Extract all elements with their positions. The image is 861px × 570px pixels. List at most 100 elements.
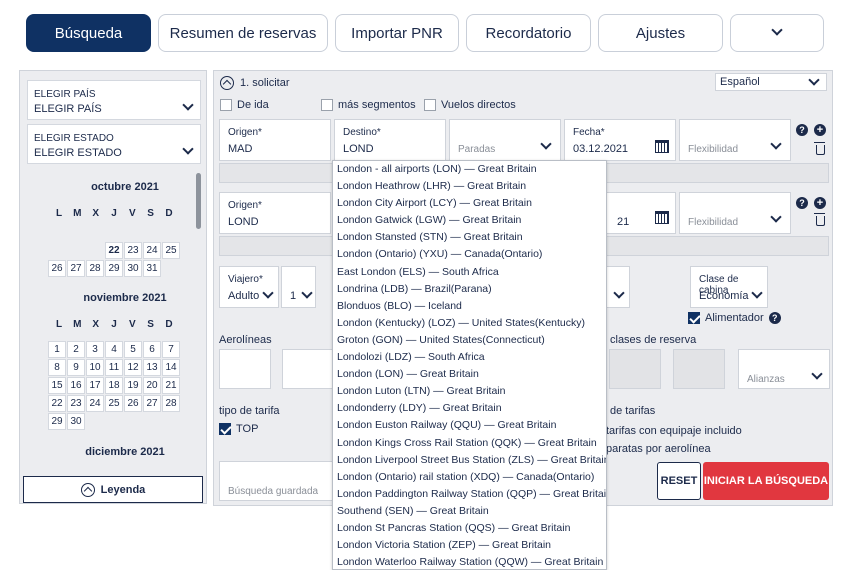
calendar-day[interactable]: 14 <box>162 359 180 376</box>
calendar-day[interactable]: 9 <box>67 359 85 376</box>
calendar-day[interactable]: 19 <box>124 377 142 394</box>
calendar-day[interactable]: 27 <box>67 260 85 277</box>
calendar-day[interactable]: 1 <box>48 341 66 358</box>
alliances-select[interactable]: Alianzas <box>738 349 830 389</box>
tab-resumen-reservas[interactable]: Resumen de reservas <box>158 14 328 52</box>
calendar-day[interactable]: 13 <box>143 359 161 376</box>
feeder-checkbox[interactable]: Alimentador ? <box>688 312 781 324</box>
legend-button[interactable]: Leyenda <box>23 476 203 503</box>
direct-flights-checkbox[interactable]: Vuelos directos <box>424 99 516 111</box>
start-search-button[interactable]: INICIAR LA BÚSQUEDA <box>703 462 829 500</box>
calendar-day[interactable]: 12 <box>124 359 142 376</box>
tab-ajustes[interactable]: Ajustes <box>598 14 723 52</box>
calendar-day[interactable]: 8 <box>48 359 66 376</box>
help-icon[interactable]: ? <box>796 124 808 136</box>
calendar-scrollbar[interactable] <box>196 173 201 229</box>
calendar-day[interactable]: 26 <box>48 260 66 277</box>
dropdown-option[interactable]: East London (ELS) — South Africa <box>333 264 606 281</box>
dropdown-option[interactable]: London Gatwick (LGW) — Great Britain <box>333 212 606 229</box>
dropdown-option[interactable]: London (LON) — Great Britain <box>333 366 606 383</box>
tab-busqueda[interactable]: Búsqueda <box>26 14 151 52</box>
tab-importar-pnr[interactable]: Importar PNR <box>335 14 459 52</box>
calendar-day[interactable]: 25 <box>162 242 180 259</box>
calendar-day[interactable]: 29 <box>105 260 123 277</box>
calendar-icon[interactable] <box>655 140 669 153</box>
destination-field[interactable]: Destino* LOND <box>334 119 446 161</box>
booking-class-box-2[interactable] <box>673 349 725 389</box>
language-select[interactable]: Español <box>715 73 827 91</box>
booking-class-box-1[interactable] <box>609 349 661 389</box>
dropdown-option[interactable]: Southend (SEN) — Great Britain <box>333 503 606 520</box>
dropdown-option[interactable]: London Luton (LTN) — Great Britain <box>333 383 606 400</box>
origin-field[interactable]: Origen* MAD <box>219 119 331 161</box>
calendar-day[interactable]: 28 <box>162 395 180 412</box>
dropdown-option[interactable]: London - all airports (LON) — Great Brit… <box>333 161 606 178</box>
hidden-select[interactable] <box>606 266 630 308</box>
more-segments-checkbox[interactable]: más segmentos <box>321 99 416 111</box>
dropdown-option[interactable]: London Paddington Railway Station (QQP) … <box>333 486 606 503</box>
dropdown-option[interactable]: London Victoria Station (ZEP) — Great Br… <box>333 537 606 554</box>
calendar-day[interactable]: 22 <box>105 242 123 259</box>
calendar-day[interactable]: 24 <box>86 395 104 412</box>
calendar-day[interactable]: 31 <box>143 260 161 277</box>
reset-button[interactable]: RESET <box>657 462 701 500</box>
stops-select[interactable]: Paradas <box>449 119 561 161</box>
calendar-day[interactable]: 24 <box>143 242 161 259</box>
dropdown-option[interactable]: Groton (GON) — United States(Connecticut… <box>333 332 606 349</box>
flexibility-select-2[interactable]: Flexibilidad <box>679 192 791 234</box>
calendar-day[interactable]: 23 <box>67 395 85 412</box>
dropdown-option[interactable]: London (Ontario) rail station (XDQ) — Ca… <box>333 469 606 486</box>
airline-input-1[interactable] <box>219 349 271 389</box>
dropdown-option[interactable]: London Stansted (STN) — Great Britain <box>333 229 606 246</box>
calendar-day[interactable]: 10 <box>86 359 104 376</box>
airline-input-2[interactable] <box>282 349 334 389</box>
fares-airline-option[interactable]: paratas por aerolínea <box>606 443 711 455</box>
dropdown-option[interactable]: London (Kentucky) (LOZ) — United States(… <box>333 315 606 332</box>
dropdown-option[interactable]: Londrina (LDB) — Brazil(Parana) <box>333 281 606 298</box>
trash-icon[interactable] <box>814 142 825 155</box>
dropdown-option[interactable]: Londonderry (LDY) — Great Britain <box>333 400 606 417</box>
tab-recordatorio[interactable]: Recordatorio <box>466 14 591 52</box>
fares-baggage-option[interactable]: tarifas con equipaje incluido <box>606 425 742 437</box>
calendar-day[interactable]: 28 <box>86 260 104 277</box>
calendar-day[interactable]: 16 <box>67 377 85 394</box>
calendar-day[interactable]: 29 <box>48 413 66 430</box>
traveler-count-select[interactable]: 1 <box>281 266 316 308</box>
calendar-icon[interactable] <box>655 211 669 224</box>
calendar-day[interactable]: 27 <box>143 395 161 412</box>
calendar-day[interactable]: 2 <box>67 341 85 358</box>
dropdown-option[interactable]: London Waterloo Railway Station (QQW) — … <box>333 554 606 569</box>
dropdown-option[interactable]: London Euston Railway (QQU) — Great Brit… <box>333 417 606 434</box>
calendar-day[interactable]: 20 <box>143 377 161 394</box>
date-field[interactable]: Fecha* 03.12.2021 <box>564 119 676 161</box>
origin-field-2[interactable]: Origen* LOND <box>219 192 331 234</box>
calendar-day[interactable]: 22 <box>48 395 66 412</box>
top-checkbox[interactable]: TOP <box>219 423 258 435</box>
dropdown-option[interactable]: London City Airport (LCY) — Great Britai… <box>333 195 606 212</box>
calendar-day[interactable]: 4 <box>105 341 123 358</box>
cabin-class-select[interactable]: Clase de cabina Economía <box>690 266 768 308</box>
add-icon[interactable]: + <box>814 124 826 136</box>
dropdown-option[interactable]: London St Pancras Station (QQS) — Great … <box>333 520 606 537</box>
calendar-day[interactable]: 23 <box>124 242 142 259</box>
dropdown-option[interactable]: London Heathrow (LHR) — Great Britain <box>333 178 606 195</box>
step-header[interactable]: 1. solicitar <box>220 76 290 90</box>
state-select[interactable]: ELEGIR ESTADO ELEGIR ESTADO <box>27 124 201 164</box>
add-icon[interactable]: + <box>814 197 826 209</box>
country-select[interactable]: ELEGIR PAÍS ELEGIR PAÍS <box>27 80 201 120</box>
calendar-day[interactable]: 18 <box>105 377 123 394</box>
calendar-day[interactable]: 15 <box>48 377 66 394</box>
traveler-select[interactable]: Viajero* Adulto <box>219 266 279 308</box>
dropdown-option[interactable]: London (Ontario) (YXU) — Canada(Ontario) <box>333 246 606 263</box>
calendar-day[interactable]: 11 <box>105 359 123 376</box>
one-way-checkbox[interactable]: De ida <box>220 99 269 111</box>
calendar-day[interactable]: 3 <box>86 341 104 358</box>
help-icon[interactable]: ? <box>796 197 808 209</box>
calendar-day[interactable]: 26 <box>124 395 142 412</box>
dropdown-option[interactable]: Londolozi (LDZ) — South Africa <box>333 349 606 366</box>
dropdown-option[interactable]: London Kings Cross Rail Station (QQK) — … <box>333 435 606 452</box>
saved-search-select[interactable]: Búsqueda guardada <box>219 461 337 501</box>
calendar-day[interactable]: 5 <box>124 341 142 358</box>
help-icon[interactable]: ? <box>768 312 781 324</box>
calendar-day[interactable]: 25 <box>105 395 123 412</box>
